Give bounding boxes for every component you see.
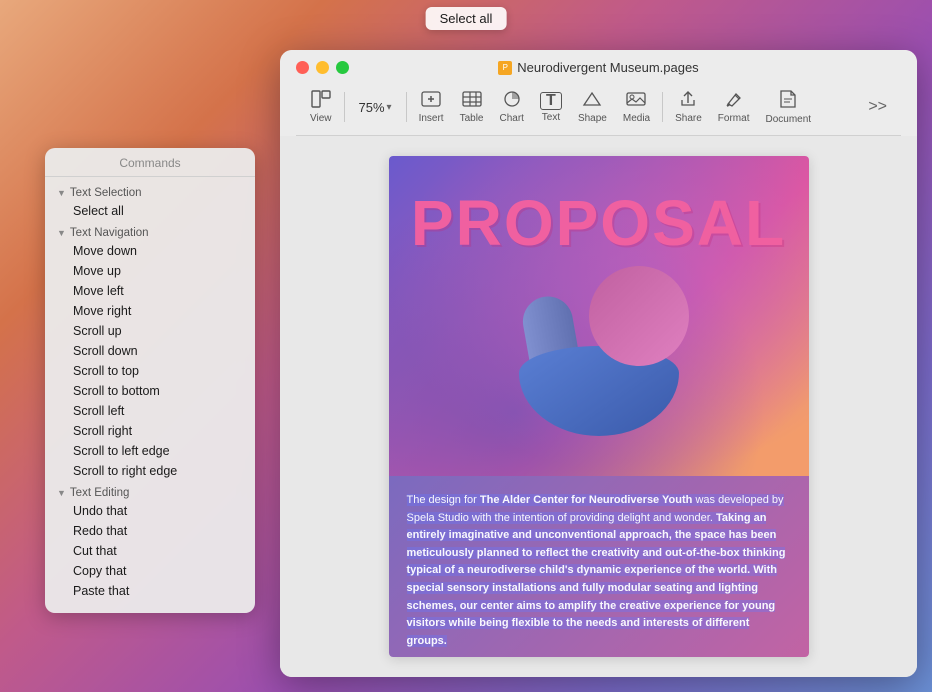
media-label: Media bbox=[623, 113, 650, 124]
document-label: Document bbox=[765, 114, 811, 125]
cmd-cut-that[interactable]: Cut that bbox=[49, 541, 251, 561]
zoom-chevron-icon: ▾ bbox=[387, 102, 392, 113]
toolbar-more-button[interactable]: >> bbox=[862, 96, 893, 118]
media-icon bbox=[625, 90, 647, 111]
cmd-scroll-to-bottom[interactable]: Scroll to bottom bbox=[49, 381, 251, 401]
commands-panel-title: Commands bbox=[45, 148, 255, 177]
toolbar-divider-3 bbox=[662, 92, 663, 122]
cmd-scroll-down[interactable]: Scroll down bbox=[49, 341, 251, 361]
cmd-scroll-to-top[interactable]: Scroll to top bbox=[49, 361, 251, 381]
share-label: Share bbox=[675, 113, 702, 124]
cmd-scroll-up[interactable]: Scroll up bbox=[49, 321, 251, 341]
toolbar-text[interactable]: T Text bbox=[534, 90, 568, 125]
content-area: PROPOSAL The design for The Alder Center… bbox=[280, 136, 917, 677]
view-label: View bbox=[310, 113, 332, 124]
cmd-move-up[interactable]: Move up bbox=[49, 261, 251, 281]
chevron-icon: ▼ bbox=[57, 488, 66, 498]
document-icon bbox=[779, 89, 797, 112]
shape-label: Shape bbox=[578, 113, 607, 124]
minimize-button[interactable] bbox=[316, 61, 329, 74]
cmd-copy-that[interactable]: Copy that bbox=[49, 561, 251, 581]
cmd-scroll-right[interactable]: Scroll right bbox=[49, 421, 251, 441]
zoom-value: 75% bbox=[359, 100, 385, 115]
toolbar-divider-1 bbox=[344, 92, 345, 122]
cmd-redo-that[interactable]: Redo that bbox=[49, 521, 251, 541]
format-label: Format bbox=[718, 113, 750, 124]
body-paragraph: The design for The Alder Center for Neur… bbox=[407, 492, 791, 650]
text-icon: T bbox=[540, 92, 562, 110]
select-all-button[interactable]: Select all bbox=[426, 7, 507, 30]
zoom-control[interactable]: 75% ▾ bbox=[351, 96, 400, 119]
shape-icon bbox=[581, 90, 603, 111]
close-button[interactable] bbox=[296, 61, 309, 74]
section-label: Text Selection bbox=[70, 187, 142, 199]
section-label: Text Navigation bbox=[70, 227, 149, 239]
window-title: P Neurodivergent Museum.pages bbox=[498, 60, 698, 75]
hero-object bbox=[499, 266, 699, 446]
round-shape bbox=[589, 266, 689, 366]
cmd-select-all[interactable]: Select all bbox=[49, 201, 251, 221]
proposal-title: PROPOSAL bbox=[389, 186, 809, 260]
cmd-scroll-left[interactable]: Scroll left bbox=[49, 401, 251, 421]
pages-app-icon: P bbox=[498, 61, 512, 75]
share-icon bbox=[678, 90, 698, 111]
toolbar-view[interactable]: View bbox=[304, 88, 338, 126]
chart-label: Chart bbox=[499, 113, 523, 124]
chart-icon bbox=[501, 90, 523, 111]
cmd-scroll-to-left-edge[interactable]: Scroll to left edge bbox=[49, 441, 251, 461]
body-text-area: The design for The Alder Center for Neur… bbox=[389, 476, 809, 657]
text-label: Text bbox=[542, 112, 560, 123]
section-header-text-navigation[interactable]: ▼ Text Navigation bbox=[45, 221, 255, 241]
toolbar-divider-2 bbox=[406, 92, 407, 122]
title-bar: P Neurodivergent Museum.pages View 75% bbox=[280, 50, 917, 136]
cmd-scroll-to-right-edge[interactable]: Scroll to right edge bbox=[49, 461, 251, 481]
toolbar-table[interactable]: Table bbox=[454, 88, 490, 126]
insert-icon bbox=[420, 90, 442, 111]
view-icon bbox=[311, 90, 331, 111]
window-controls bbox=[296, 61, 349, 74]
table-label: Table bbox=[460, 113, 484, 124]
toolbar-chart[interactable]: Chart bbox=[493, 88, 529, 126]
toolbar-shape[interactable]: Shape bbox=[572, 88, 613, 126]
format-icon bbox=[724, 90, 744, 111]
selected-text: The design for The Alder Center for Neur… bbox=[407, 494, 786, 647]
section-header-text-editing[interactable]: ▼ Text Editing bbox=[45, 481, 255, 501]
commands-panel: Commands ▼ Text Selection Select all ▼ T… bbox=[45, 148, 255, 613]
toolbar-media[interactable]: Media bbox=[617, 88, 656, 126]
insert-label: Insert bbox=[419, 113, 444, 124]
cmd-move-right[interactable]: Move right bbox=[49, 301, 251, 321]
cmd-move-down[interactable]: Move down bbox=[49, 241, 251, 261]
section-header-text-selection[interactable]: ▼ Text Selection bbox=[45, 181, 255, 201]
chevron-icon: ▼ bbox=[57, 228, 66, 238]
cmd-move-left[interactable]: Move left bbox=[49, 281, 251, 301]
toolbar-insert[interactable]: Insert bbox=[413, 88, 450, 126]
proposal-hero: PROPOSAL bbox=[389, 156, 809, 476]
chevron-icon: ▼ bbox=[57, 188, 66, 198]
maximize-button[interactable] bbox=[336, 61, 349, 74]
toolbar: View 75% ▾ Insert bbox=[296, 83, 901, 136]
pages-window: P Neurodivergent Museum.pages View 75% bbox=[280, 50, 917, 677]
cmd-undo-that[interactable]: Undo that bbox=[49, 501, 251, 521]
page-canvas: PROPOSAL The design for The Alder Center… bbox=[389, 156, 809, 657]
toolbar-document[interactable]: Document bbox=[759, 87, 817, 127]
toolbar-format[interactable]: Format bbox=[712, 88, 756, 126]
table-icon bbox=[461, 90, 483, 111]
section-label: Text Editing bbox=[70, 487, 129, 499]
toolbar-share[interactable]: Share bbox=[669, 88, 708, 126]
cmd-paste-that[interactable]: Paste that bbox=[49, 581, 251, 601]
